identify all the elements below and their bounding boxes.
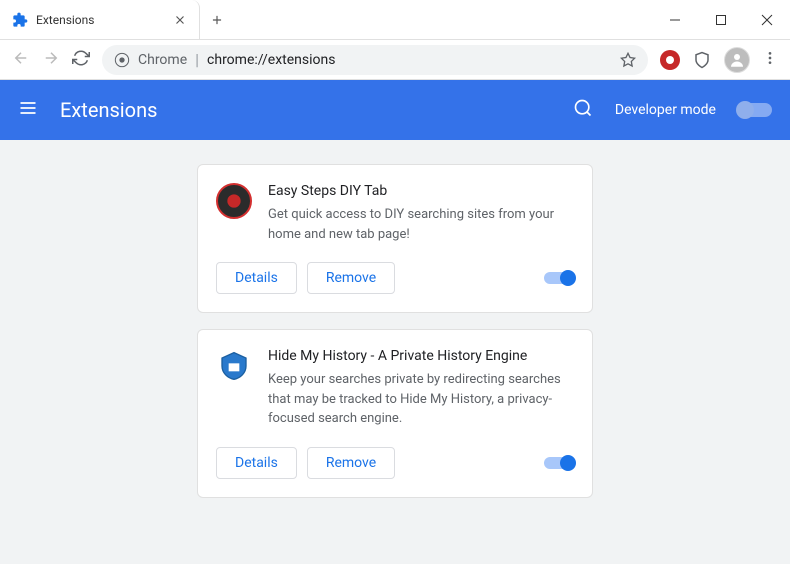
tab-title: Extensions	[36, 13, 165, 27]
shield-icon	[693, 51, 711, 69]
maximize-icon	[715, 14, 727, 26]
more-vertical-icon	[762, 50, 778, 66]
plus-icon	[210, 13, 224, 27]
url-divider: |	[195, 50, 199, 69]
profile-button[interactable]	[724, 47, 750, 73]
extension-title: Easy Steps DIY Tab	[268, 183, 574, 199]
reload-button[interactable]	[72, 49, 90, 71]
omnibox[interactable]: Chrome | chrome://extensions	[102, 45, 648, 75]
badge-icon	[664, 54, 676, 66]
user-icon	[728, 51, 746, 69]
extension-description: Get quick access to DIY searching sites …	[268, 205, 574, 244]
search-icon	[573, 98, 593, 118]
browser-tab[interactable]: Extensions	[0, 0, 200, 39]
details-button[interactable]: Details	[216, 447, 297, 479]
extension-icon-1[interactable]	[660, 50, 680, 70]
menu-toggle[interactable]	[18, 98, 38, 122]
close-window-button[interactable]	[744, 0, 790, 39]
shield-icon	[218, 350, 250, 382]
extension-title: Hide My History - A Private History Engi…	[268, 348, 574, 364]
remove-button[interactable]: Remove	[307, 447, 395, 479]
reload-icon	[72, 49, 90, 67]
address-bar: Chrome | chrome://extensions	[0, 40, 790, 80]
extension-icon-2[interactable]	[692, 50, 712, 70]
new-tab-button[interactable]	[200, 0, 234, 39]
window-titlebar: Extensions	[0, 0, 790, 40]
menu-button[interactable]	[762, 50, 778, 70]
dev-mode-label: Developer mode	[615, 102, 716, 118]
extensions-list: Easy Steps DIY Tab Get quick access to D…	[0, 140, 790, 564]
close-icon[interactable]	[173, 13, 187, 27]
extension-card: Easy Steps DIY Tab Get quick access to D…	[197, 164, 593, 313]
url-scheme: Chrome	[138, 52, 187, 68]
page-title: Extensions	[60, 98, 551, 122]
chrome-icon	[114, 52, 130, 68]
url-path: chrome://extensions	[207, 52, 335, 68]
enable-toggle[interactable]	[544, 457, 574, 469]
extension-icon	[216, 183, 252, 219]
extensions-header: Extensions Developer mode	[0, 80, 790, 140]
maximize-button[interactable]	[698, 0, 744, 39]
enable-toggle[interactable]	[544, 272, 574, 284]
search-button[interactable]	[573, 98, 593, 122]
window-controls	[652, 0, 790, 39]
remove-button[interactable]: Remove	[307, 262, 395, 294]
puzzle-icon	[12, 12, 28, 28]
close-icon	[761, 14, 773, 26]
details-button[interactable]: Details	[216, 262, 297, 294]
extension-icon	[216, 348, 252, 384]
dev-mode-toggle[interactable]	[738, 103, 772, 117]
back-button[interactable]	[12, 49, 30, 71]
hamburger-icon	[18, 98, 38, 118]
arrow-left-icon	[12, 49, 30, 67]
forward-button[interactable]	[42, 49, 60, 71]
extension-card: Hide My History - A Private History Engi…	[197, 329, 593, 498]
minimize-button[interactable]	[652, 0, 698, 39]
arrow-right-icon	[42, 49, 60, 67]
diy-icon	[224, 191, 244, 211]
bookmark-icon[interactable]	[620, 52, 636, 68]
extension-description: Keep your searches private by redirectin…	[268, 370, 574, 429]
minimize-icon	[669, 14, 681, 26]
